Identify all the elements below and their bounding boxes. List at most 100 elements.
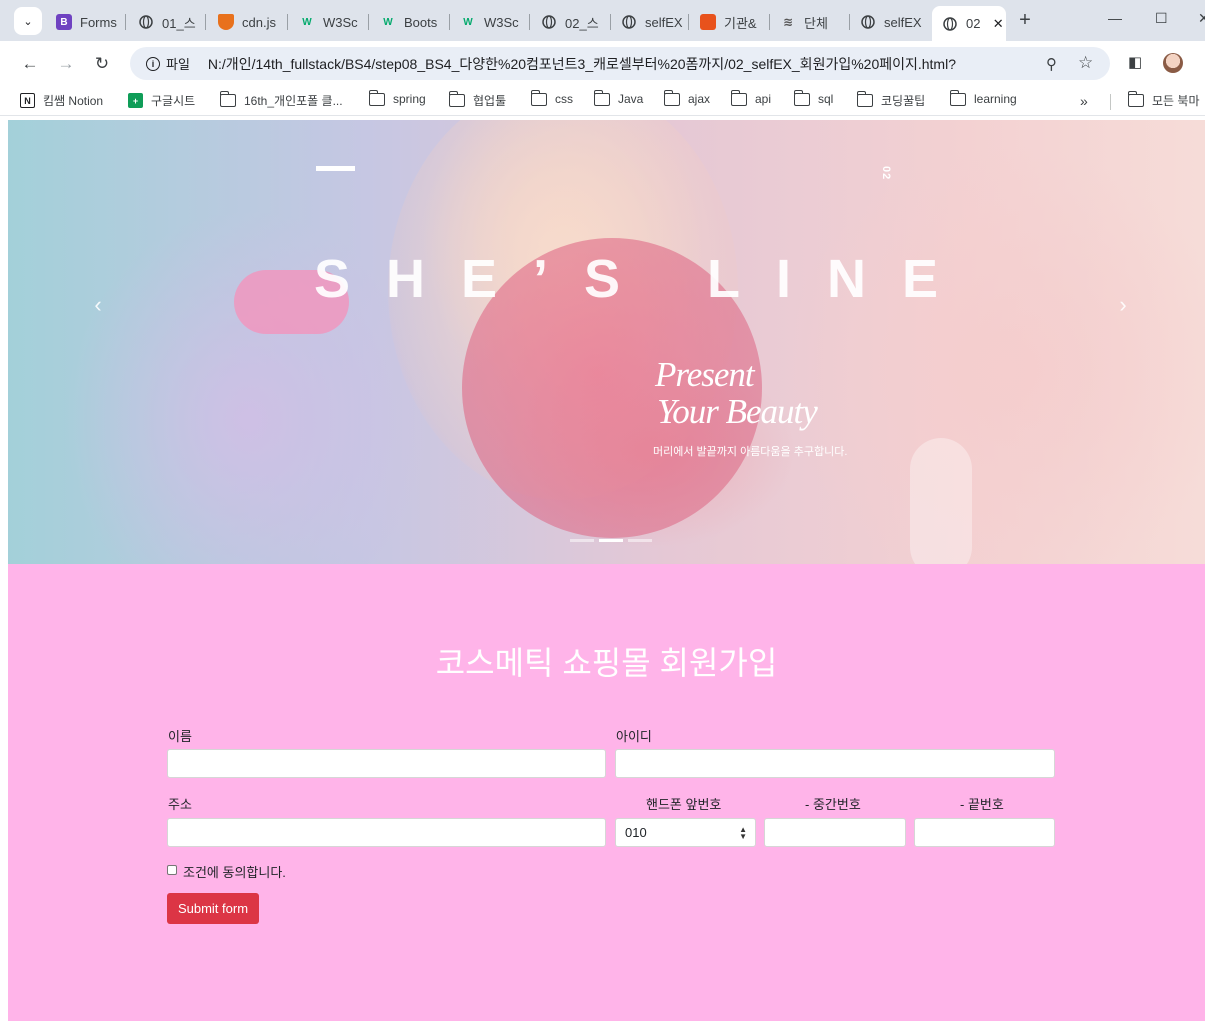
phone-last-input[interactable] (914, 818, 1055, 847)
url-text[interactable]: N:/개인/14th_fullstack/BS4/step08_BS4_다양한%… (208, 54, 1038, 74)
agree-checkbox[interactable] (167, 865, 177, 875)
window-close-icon[interactable]: ✕ (1198, 10, 1205, 27)
phone-prefix-select[interactable]: 010 ▲ ▼ (615, 818, 756, 847)
id-input[interactable] (615, 749, 1055, 778)
zoom-icon[interactable]: ⚲ (1046, 55, 1057, 73)
bookmark-folder[interactable]: 16th_개인포폴 클... (219, 91, 343, 109)
tab-title: 01_스 (162, 15, 196, 31)
close-tab-icon[interactable]: ✕ (990, 15, 1006, 33)
site-info-chip[interactable]: i 파일 (138, 52, 198, 76)
globe-icon (138, 14, 154, 30)
bookmark-label: api (755, 92, 772, 106)
more-bookmarks-icon[interactable]: » (1080, 93, 1088, 109)
browser-tab[interactable]: 02_스 (541, 8, 611, 36)
browser-tab[interactable]: selfEX (621, 8, 689, 36)
slide-number: 02 (880, 166, 892, 181)
reload-icon[interactable]: ↻ (90, 52, 114, 76)
hero-script-line: Present (655, 355, 755, 394)
w3schools-icon: W (302, 16, 312, 28)
browser-tab[interactable]: 01_스 (138, 8, 206, 36)
site-info-label: 파일 (166, 57, 190, 72)
bookmark-item[interactable]: + 구글시트 (128, 92, 195, 109)
submit-form-button[interactable]: Submit form (167, 893, 259, 924)
bookmark-folder[interactable]: learning (949, 89, 1017, 106)
hero-carousel: 02 SHE’S LINE Present Your Beauty 머리에서 발… (8, 120, 1205, 564)
folder-icon (793, 89, 810, 106)
browser-tab[interactable]: 기관& (700, 8, 770, 36)
carousel-prev-button[interactable]: ‹ (86, 292, 110, 318)
tab-title: 02_스 (565, 15, 599, 31)
phone-middle-input[interactable] (764, 818, 906, 847)
bookmark-folder[interactable]: ajax (663, 89, 710, 106)
id-label: 아이디 (616, 729, 652, 744)
tab-title: W3Sc (484, 14, 519, 30)
name-input[interactable] (167, 749, 606, 778)
bookmark-folder[interactable]: spring (368, 89, 426, 106)
bookmark-label: 협업툴 (473, 94, 507, 108)
page-viewport: 02 SHE’S LINE Present Your Beauty 머리에서 발… (8, 120, 1205, 1021)
folder-icon (730, 89, 747, 106)
bookmark-folder[interactable]: css (530, 89, 573, 106)
new-tab-button[interactable]: + (1015, 10, 1035, 30)
hero-script-text: Present Your Beauty (655, 355, 818, 431)
tab-title: selfEX (645, 14, 683, 30)
folder-icon (448, 91, 465, 107)
back-arrow-icon[interactable]: ← (18, 52, 42, 76)
decorative-pill (910, 438, 972, 564)
tab-title: 단체 (804, 15, 828, 31)
hero-script-line: Your Beauty (657, 392, 818, 431)
address-label: 주소 (168, 797, 192, 812)
phone-middle-label: - 중간번호 (805, 797, 861, 812)
bookmark-label: Java (618, 92, 644, 106)
active-browser-tab[interactable]: 02 ✕ (932, 6, 1006, 41)
minimize-icon[interactable]: — (1108, 10, 1122, 26)
maximize-icon[interactable]: ☐ (1155, 10, 1168, 27)
hero-headline: SHE’S LINE (314, 249, 975, 309)
bookmark-label: 모든 북마 (1152, 94, 1200, 108)
browser-tab[interactable]: selfEX (860, 8, 928, 36)
bookmark-item[interactable]: N 킴쌤 Notion (20, 92, 103, 109)
browser-tab[interactable]: cdn.js (218, 8, 288, 36)
bookmark-folder[interactable]: 협업툴 (448, 91, 507, 109)
address-bar[interactable]: i 파일 N:/개인/14th_fullstack/BS4/step08_BS4… (130, 47, 1110, 80)
profile-avatar[interactable] (1163, 53, 1183, 73)
tab-title: selfEX (884, 14, 922, 30)
shield-icon (218, 14, 234, 30)
browser-toolbar: ← → ↻ i 파일 N:/개인/14th_fullstack/BS4/step… (0, 41, 1205, 86)
bookmark-label: learning (974, 92, 1017, 106)
side-panel-icon[interactable]: ◧ (1128, 53, 1142, 71)
bookmark-label: sql (818, 92, 834, 106)
browser-tab[interactable]: W Boots (380, 8, 450, 36)
forward-arrow-icon[interactable]: → (54, 52, 78, 76)
carousel-indicator-active[interactable] (599, 539, 623, 542)
browser-tab[interactable]: B Forms (56, 8, 126, 36)
tab-title: cdn.js (242, 14, 276, 30)
bookmark-label: css (555, 92, 573, 106)
address-input[interactable] (167, 818, 606, 847)
carousel-indicator[interactable] (628, 539, 652, 542)
browser-tab[interactable]: ≋ 단체 (780, 8, 850, 36)
carousel-next-button[interactable]: › (1111, 292, 1135, 318)
form-title: 코스메틱 쇼핑몰 회원가입 (435, 645, 778, 681)
folder-icon (1127, 91, 1144, 107)
bookmark-label: 코딩꿀팁 (881, 94, 926, 108)
tab-search-button[interactable]: ⌄ (14, 7, 42, 35)
browser-tab[interactable]: W W3Sc (299, 8, 369, 36)
phone-prefix-label: 핸드폰 앞번호 (646, 797, 722, 812)
tab-title: W3Sc (323, 14, 358, 30)
bookmark-star-icon[interactable]: ☆ (1078, 53, 1093, 73)
folder-icon (949, 89, 966, 106)
hero-subtitle: 머리에서 발끝까지 아름다움을 추구합니다. (653, 446, 848, 458)
all-bookmarks-folder[interactable]: 모든 북마 (1127, 91, 1200, 109)
phone-prefix-value: 010 (625, 825, 647, 840)
bookmark-folder[interactable]: api (730, 89, 772, 106)
browser-tab[interactable]: W W3Sc (460, 8, 530, 36)
globe-icon (860, 14, 876, 30)
tab-title: Boots (404, 14, 438, 30)
bookmark-folder[interactable]: 코딩꿀팁 (856, 91, 926, 109)
orange-square-icon (700, 14, 716, 30)
bookmark-folder[interactable]: Java (593, 89, 644, 106)
bookmark-folder[interactable]: sql (793, 89, 834, 106)
carousel-indicator[interactable] (570, 539, 594, 542)
wave-icon: ≋ (782, 15, 794, 29)
